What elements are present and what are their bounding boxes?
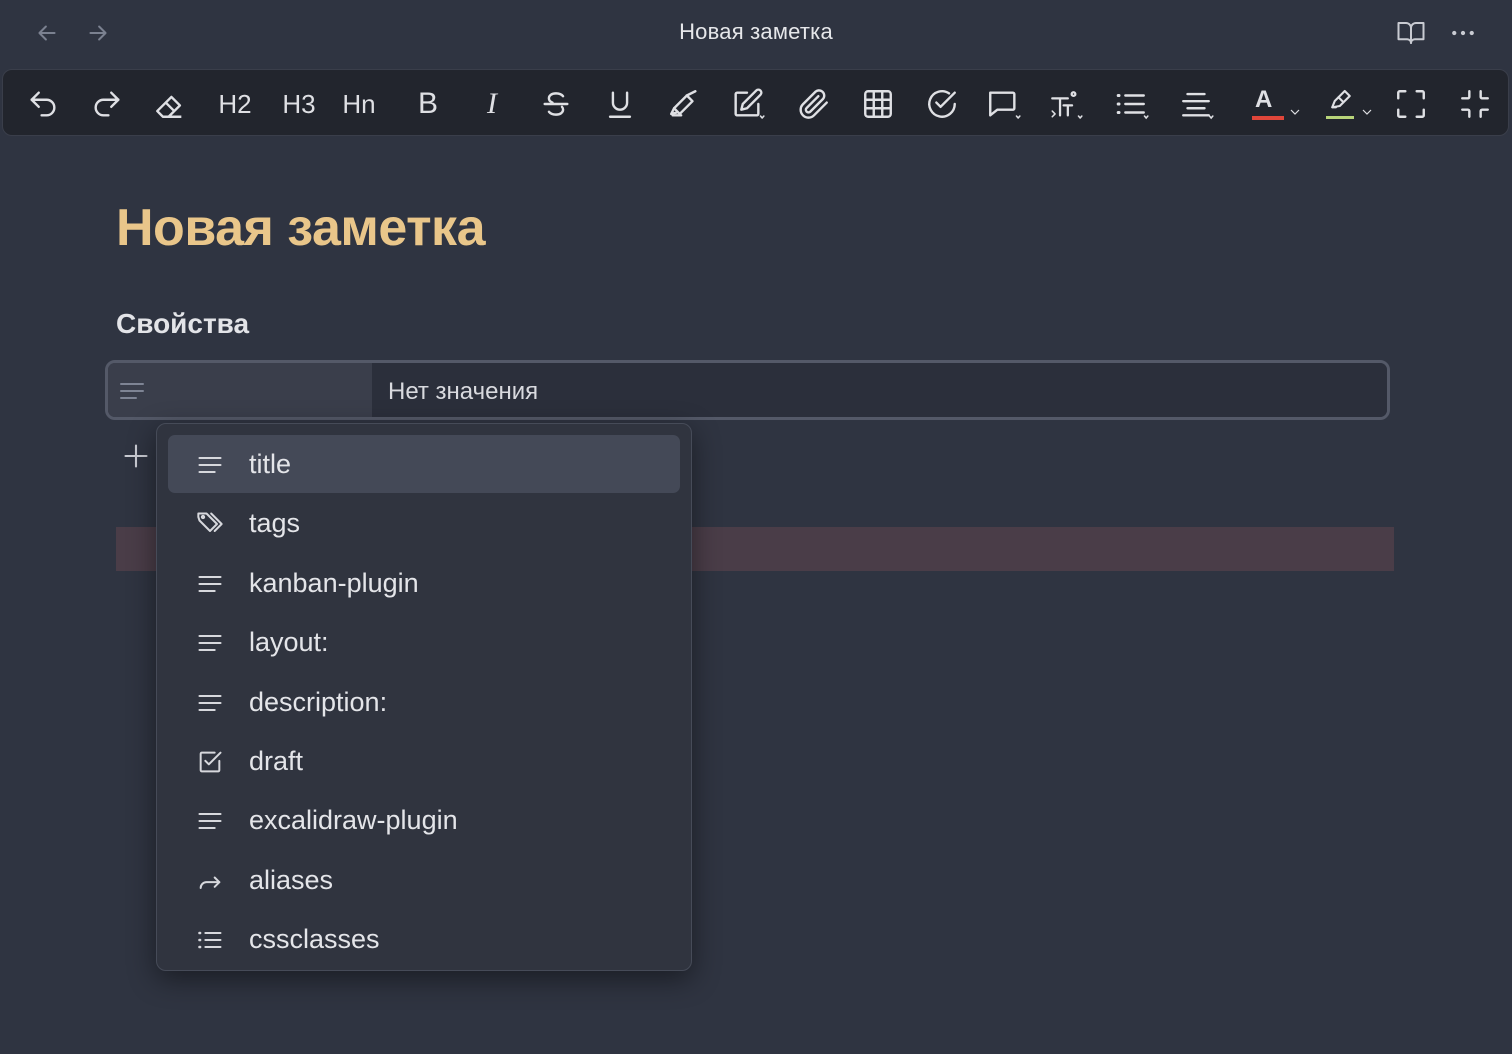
suggestion-label: description: [249, 686, 388, 717]
table-icon [864, 90, 892, 118]
paperclip-icon [799, 89, 828, 119]
align-center-icon [1182, 92, 1214, 120]
suggestion-item-aliases[interactable]: aliases [168, 851, 680, 910]
suggestion-item-title[interactable]: title [168, 435, 680, 493]
text-color-label: A [1255, 86, 1273, 113]
callout-button[interactable] [983, 84, 1023, 124]
pencil-square-icon [734, 88, 765, 119]
property-suggestions-dropdown: title tags kanban-plugin layout: descrip… [156, 423, 692, 971]
font-color-icon: A [1250, 86, 1300, 122]
undo-icon [30, 91, 56, 117]
checkbox-icon [196, 748, 224, 776]
text-lines-icon [196, 570, 224, 598]
suggestion-item-draft[interactable]: draft [168, 732, 680, 791]
more-horizontal-icon [1452, 30, 1474, 36]
forward-arrow-icon [196, 867, 224, 895]
suggestion-label: layout: [249, 627, 329, 658]
italic-button[interactable]: I [472, 84, 512, 124]
eraser-button[interactable] [150, 84, 190, 124]
bold-label: B [417, 87, 438, 120]
underline-icon [608, 91, 632, 118]
note-title[interactable]: Новая заметка [116, 198, 486, 258]
highlight-color-button[interactable] [1321, 84, 1372, 124]
list-icon [1116, 93, 1149, 120]
properties-heading[interactable]: Свойства [116, 308, 249, 340]
heading-3-label: H3 [282, 88, 316, 119]
suggestion-label: kanban-plugin [249, 567, 419, 598]
tags-icon [196, 510, 224, 538]
highlight-color-swatch [1326, 116, 1354, 119]
suggestion-label: tags [249, 508, 301, 539]
suggestion-item-cssclasses[interactable]: cssclasses [168, 910, 680, 969]
suggestion-label: draft [249, 745, 304, 776]
suggestion-item-excalidraw-plugin[interactable]: excalidraw-plugin [168, 791, 680, 850]
reading-view-button[interactable] [1394, 16, 1428, 50]
highlighter-button[interactable] [664, 84, 704, 124]
highlighter-icon [670, 90, 697, 117]
text-size-icon [1051, 91, 1083, 119]
property-value-field[interactable]: Нет значения [372, 363, 1387, 417]
list-button[interactable] [1111, 84, 1151, 124]
property-row: Нет значения [105, 360, 1390, 420]
plus-icon [124, 444, 148, 468]
text-lines-icon [196, 807, 224, 835]
suggestion-item-layout[interactable]: layout: [168, 613, 680, 672]
task-button[interactable] [922, 84, 962, 124]
message-square-icon [989, 91, 1021, 119]
suggestion-label: title [249, 449, 292, 479]
suggestion-label: aliases [249, 864, 334, 895]
text-lines-icon [120, 383, 144, 399]
attachment-button[interactable] [794, 84, 834, 124]
heading-2-label: H2 [218, 88, 252, 119]
property-key-cell[interactable] [108, 363, 372, 417]
suggestion-item-tags[interactable]: tags [168, 494, 680, 553]
add-property-button[interactable] [120, 440, 152, 472]
text-lines-icon [196, 629, 224, 657]
suggestion-label: excalidraw-plugin [249, 805, 458, 836]
maximize-icon [1397, 90, 1425, 118]
heading-3-button[interactable]: H3 [279, 84, 319, 124]
more-options-button[interactable] [1446, 16, 1480, 50]
highlight-pen-icon [1324, 86, 1372, 122]
eraser-icon [156, 95, 182, 118]
edit-format-button[interactable] [727, 84, 767, 124]
heading-n-label: Hn [342, 88, 376, 119]
bold-button[interactable]: B [408, 84, 448, 124]
italic-label: I [487, 87, 497, 120]
title-bar: Новая заметка [0, 0, 1512, 66]
heading-n-button[interactable]: Hn [339, 84, 379, 124]
window-title: Новая заметка [679, 19, 833, 44]
property-key-input[interactable] [158, 373, 358, 407]
underline-button[interactable] [600, 84, 640, 124]
minimize-icon [1461, 90, 1489, 118]
redo-button[interactable] [87, 84, 127, 124]
suggestion-item-kanban-plugin[interactable]: kanban-plugin [168, 554, 680, 613]
align-button[interactable] [1176, 84, 1216, 124]
text-lines-icon [196, 689, 224, 717]
suggestion-item-description[interactable]: description: [168, 673, 680, 732]
text-color-swatch [1252, 116, 1284, 120]
strikethrough-button[interactable] [536, 84, 576, 124]
text-format-button[interactable] [1045, 84, 1085, 124]
editing-toolbar: H2 H3 Hn B I A [2, 69, 1509, 136]
text-color-button[interactable]: A [1247, 84, 1300, 124]
list-icon [196, 926, 224, 954]
heading-2-button[interactable]: H2 [215, 84, 255, 124]
redo-icon [94, 91, 120, 117]
strikethrough-icon [543, 92, 569, 116]
table-button[interactable] [858, 84, 898, 124]
check-circle-icon [928, 90, 956, 118]
collapse-toolbar-button[interactable] [1455, 84, 1495, 124]
suggestion-label: cssclasses [249, 924, 380, 955]
undo-button[interactable] [23, 84, 63, 124]
book-open-icon [1397, 22, 1425, 44]
text-lines-icon [196, 451, 224, 479]
fullscreen-button[interactable] [1391, 84, 1431, 124]
